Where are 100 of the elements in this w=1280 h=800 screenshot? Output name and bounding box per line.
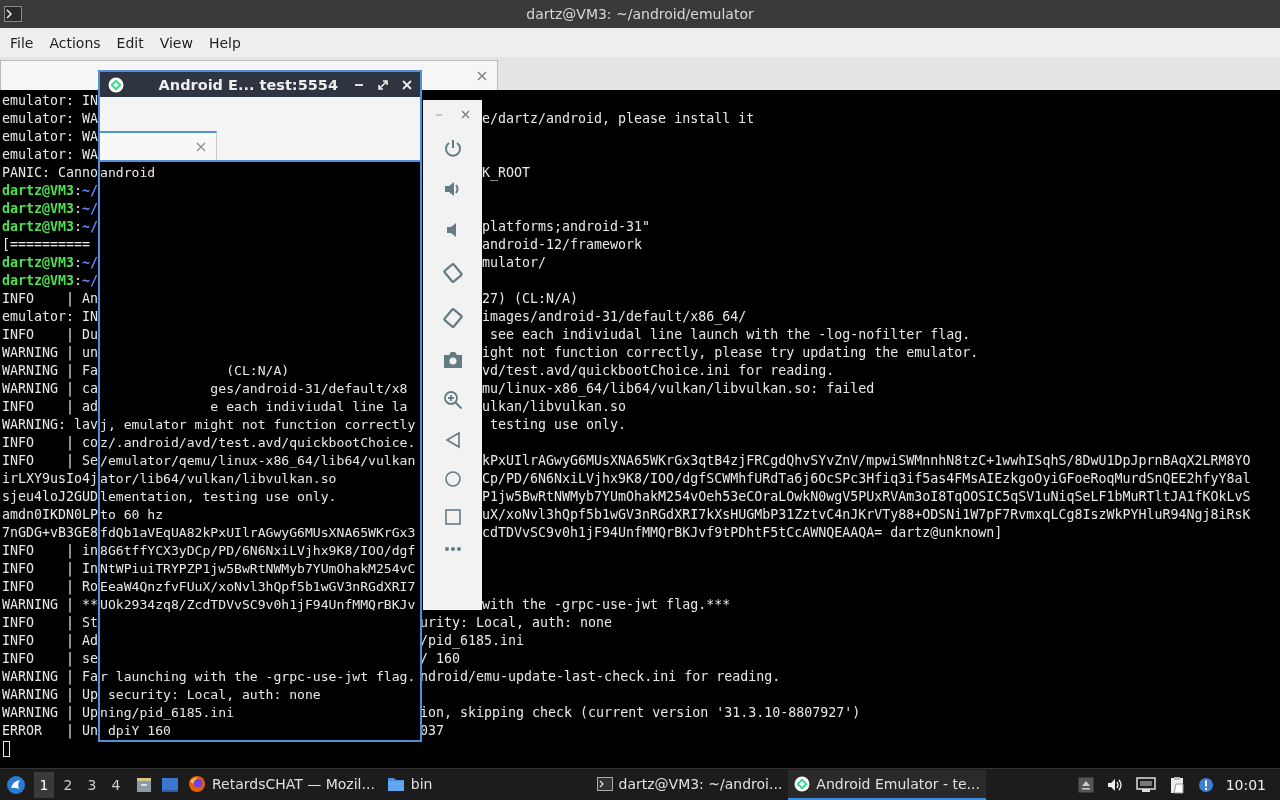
log-line: INFO | Ro xyxy=(1,578,98,596)
notification-icon[interactable] xyxy=(1197,776,1214,793)
taskbar-button[interactable]: RetardsCHAT — Mozil... xyxy=(182,769,381,800)
rotate-left-icon[interactable] xyxy=(440,261,465,285)
workspace-button[interactable]: 4 xyxy=(106,771,126,798)
log-line: [========== xyxy=(1,236,92,254)
browser-icon xyxy=(188,774,206,793)
screen-text: /emulator/qemu/linux-x86_64/lib64/vulkan xyxy=(100,452,416,470)
log-line: ight not function correctly, please try updating the emulator. xyxy=(482,344,979,362)
log-line: emulator: WA xyxy=(1,128,98,146)
prompt-text: dartz@VM3:~/ xyxy=(1,272,98,290)
prompt-text: dartz@VM3:~/ xyxy=(1,218,98,236)
emulator-icon xyxy=(794,775,811,792)
workspace-button[interactable]: 1 xyxy=(34,771,54,798)
overview-icon[interactable] xyxy=(444,509,461,525)
log-line: with the -grpc-use-jwt flag.*** xyxy=(482,596,731,614)
log-line: INFO | Se xyxy=(1,452,98,470)
log-line: INFO | An xyxy=(1,290,98,308)
prompt-text: dartz@VM3:~/ xyxy=(1,182,98,200)
log-line: mulator/ xyxy=(482,254,547,272)
log-line: images/android-31/default/x86_64/ xyxy=(482,308,747,326)
screen-text: 8G6tffYCX3yDCp/PD/6N6NxiLVjhx9K8/IOO/dgf xyxy=(100,542,416,560)
log-line: INFO | Du xyxy=(1,326,98,344)
menu-item[interactable]: Actions xyxy=(41,34,109,51)
taskbar-button[interactable]: Android Emulator - te... xyxy=(788,769,986,800)
menu-item[interactable]: View xyxy=(151,34,201,51)
log-line: WARNING | ** xyxy=(1,596,98,614)
network-icon[interactable] xyxy=(1135,776,1156,793)
log-line: irLXY9usIo4j xyxy=(1,470,98,488)
log-line: ERROR | Un xyxy=(1,722,98,740)
log-line: WARNING | Up xyxy=(1,704,98,722)
screen-text: r launching with the -grpc-use-jwt flag. xyxy=(100,668,416,686)
screen-text: to 60 hz xyxy=(100,506,164,524)
screen-text: lementation, testing use only. xyxy=(100,488,337,506)
log-line: K_ROOT xyxy=(482,164,531,182)
start-menu-icon[interactable] xyxy=(6,774,26,795)
log-line: uX/xoNvl3hQpf5b1wGV3nRGdXRI7kXsHUGMbP31ZztvC4nJKrVTy88+ODSNi1W7pF7RvmxqLCg8IszWkPYHluR94Ngj8iRsK xyxy=(482,506,1251,524)
clock: 10:01 xyxy=(1225,776,1266,793)
screen-text: ator/lib64/vulkan/libvulkan.so xyxy=(100,470,337,488)
screen-text: e each indiviudal line la xyxy=(209,398,408,416)
zoom-icon[interactable] xyxy=(442,390,463,410)
log-line: WARNING | ca xyxy=(1,380,98,398)
log-line: android-12/framework xyxy=(482,236,643,254)
log-line: 7nGDG+vB3GE8 xyxy=(1,524,98,542)
eject-icon[interactable] xyxy=(1077,776,1094,793)
log-line: WARNING | un xyxy=(1,344,98,362)
log-line: ion, skipping check (current version '31.3.10-8807927') xyxy=(420,704,861,722)
log-line: INFO | ad xyxy=(1,398,98,416)
log-line: e/dartz/android, please install it xyxy=(482,110,755,128)
log-line: emulator: IN xyxy=(1,308,98,326)
window-title: Android E... test:5554 xyxy=(157,76,338,93)
screen-text: android xyxy=(100,164,156,182)
log-line: ndroid/emu-update-last-check.ini for reading. xyxy=(420,668,781,686)
log-line: Cp/PD/6N6NxiLVjhx9K8/IOO/dgfSCWMhfURdTa6j6OcSPc3Hfiq3if5as4FMsAIEzkgoOyiGFoeRoqMurdSnQEE2hfyY8al xyxy=(482,470,1251,488)
terminal-icon xyxy=(4,6,22,22)
back-icon[interactable] xyxy=(444,431,461,449)
log-line: emulator: WA xyxy=(1,146,98,164)
screen-text: ges/android-31/default/x8 xyxy=(209,380,408,398)
power-icon[interactable] xyxy=(442,138,463,158)
screen-text: security: Local, auth: none xyxy=(106,686,321,704)
desktop-icon[interactable] xyxy=(161,776,179,793)
prompt-text: dartz@VM3:~/ xyxy=(1,200,98,218)
taskbar-button[interactable]: bin xyxy=(380,769,439,800)
screen-text: fdQb1aVEqUA82kPxUIlrAGwyG6MUsXNA65WKrGx3 xyxy=(100,524,416,542)
rotate-right-icon[interactable] xyxy=(440,306,465,330)
emulator-tab[interactable] xyxy=(100,131,217,160)
prompt-text: dartz@VM3:~/ xyxy=(1,254,98,272)
window-title: dartz@VM3: ~/android/emulator xyxy=(525,6,755,22)
log-line: ulkan/libvulkan.so xyxy=(482,398,627,416)
log-line: see each indiviudal line launch with the -log-nofilter flag. xyxy=(489,326,971,344)
log-line: INFO | co xyxy=(1,434,98,452)
emulator-icon xyxy=(108,76,124,93)
log-line: P1jw5BwRtNWMyb7YUmOhakM254vOeh53eCOraLOwkN0wgV5PUxRVAm3oI8TqOOSIC5qSV1uNiqSeLF1bMuRTltJA1fKOkLvS xyxy=(482,488,1251,506)
taskbar-button[interactable]: dartz@VM3: ~/androi... xyxy=(590,769,789,800)
workspace-button[interactable]: 3 xyxy=(82,771,102,798)
file-manager-icon[interactable] xyxy=(135,775,153,794)
home-icon[interactable] xyxy=(443,470,462,488)
menu-item[interactable]: Edit xyxy=(108,34,152,51)
log-line: INFO | In xyxy=(1,560,98,578)
menu-item[interactable]: Help xyxy=(200,34,249,51)
text-cursor xyxy=(3,741,10,757)
screen-text: (CL:N/A) xyxy=(225,362,290,380)
screen-text: z/.android/avd/test.avd/quickbootChoice. xyxy=(100,434,416,452)
log-line: kPxUIlrAGwyG6MUsXNA65WKrGx3qtB4zjFRCgdQhvSYvZnV/mpwiSWMnnhN8tzC+1wwhISqhS/8DwU1DpJprnBAqX2LRM8YO xyxy=(482,452,1251,470)
screen-text: j, emulator might not function correctly xyxy=(100,416,416,434)
screen-text: dpiY 160 xyxy=(106,722,171,740)
screen-text: NtWPiuiTRYPZP1jw5BwRtNWMyb7YUmOhakM254vC xyxy=(100,560,416,578)
log-line: PANIC: Canno xyxy=(1,164,98,182)
menu-item[interactable]: File xyxy=(2,34,42,51)
screen-text: EeaW4QnzfvFUuX/xoNvl3hQpf5b1wGV3nRGdXRI7 xyxy=(100,578,416,596)
log-line: INFO | se xyxy=(1,650,98,668)
log-line: WARNING: lav xyxy=(1,416,98,434)
camera-icon[interactable] xyxy=(442,351,463,369)
more-icon[interactable] xyxy=(443,546,462,552)
log-line: testing use only. xyxy=(489,416,627,434)
maximize-icon[interactable] xyxy=(378,79,388,90)
screen-text: ning/pid_6185.ini xyxy=(100,704,234,722)
screen-text: UOk2934zq8/ZcdTDVvSC9v0h1jF94UnfMMQrBKJv xyxy=(100,596,416,614)
workspace-button[interactable]: 2 xyxy=(58,771,78,798)
log-line: 27) (CL:N/A) xyxy=(482,290,579,308)
